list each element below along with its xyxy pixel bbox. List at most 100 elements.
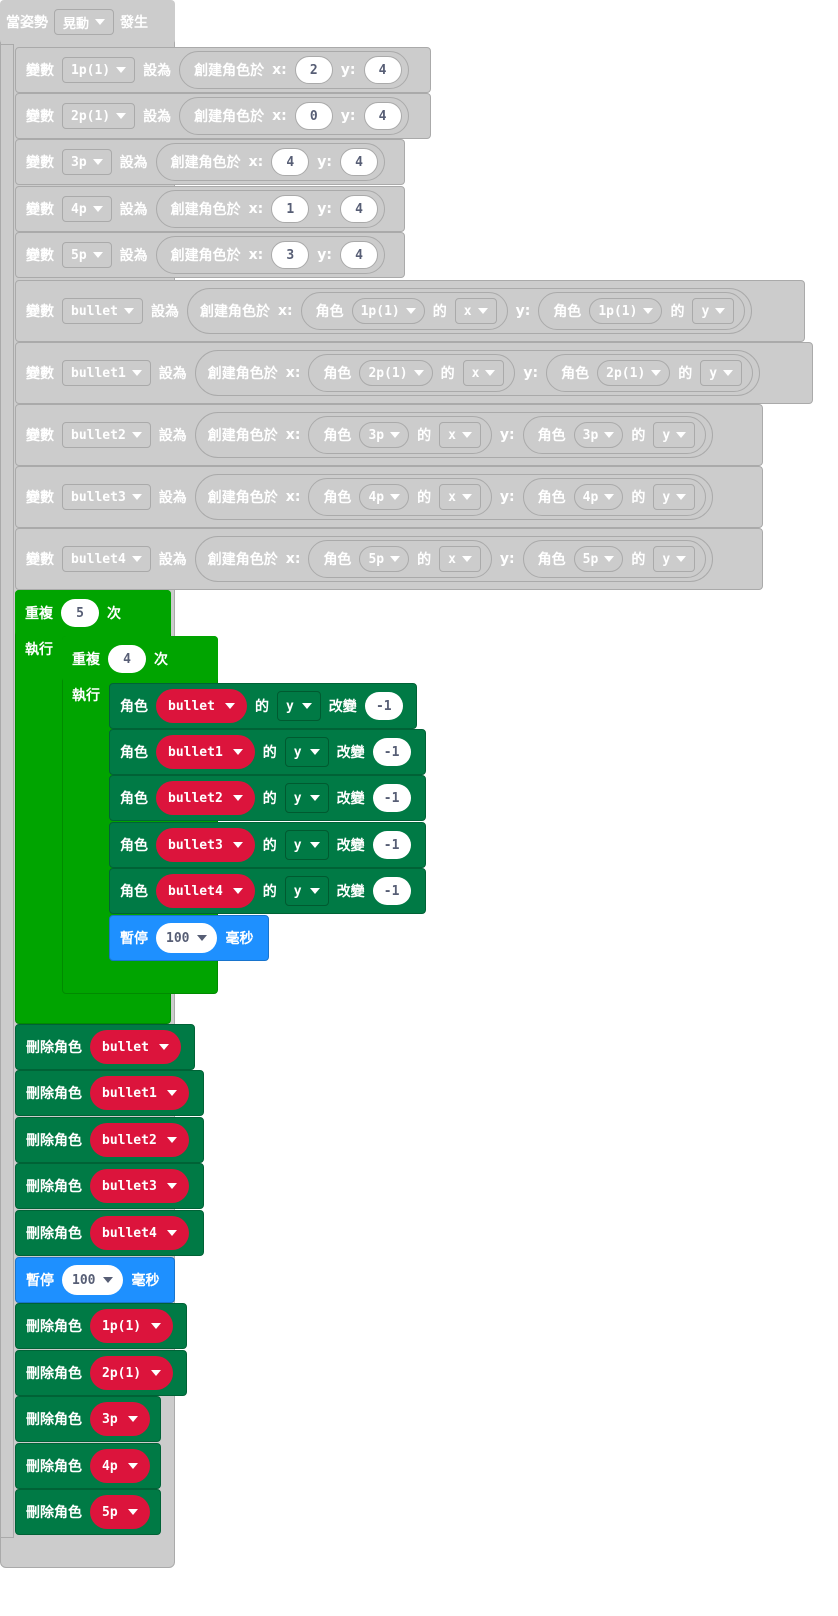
change-amount-input[interactable]: -1 [372,738,411,766]
sprite-y-reporter[interactable]: 角色 2p(1) 的 y [546,354,754,392]
prop-dropdown[interactable]: y [284,783,329,813]
change-amount-input[interactable]: -1 [364,692,403,720]
delete-bullet4-block[interactable]: 刪除角色 bullet4 [15,1210,204,1256]
delete-4p-block[interactable]: 刪除角色 4p [15,1443,161,1489]
sprite-dropdown[interactable]: 1p(1) [351,298,425,324]
set-var-block-2p[interactable]: 變數 2p(1) 設為 創建角色於 x: 0 y: 4 [15,93,431,139]
delete-5p-block[interactable]: 刪除角色 5p [15,1489,161,1535]
set-var-block-3p[interactable]: 變數 3p 設為 創建角色於 x: 4 y: 4 [15,139,405,185]
set-var-block-bullet1[interactable]: 變數 bullet1 設為 創建角色於 x: 角色 2p(1) 的 x y: 角… [15,342,813,404]
sprite-y-reporter[interactable]: 角色 5p 的 y [522,540,707,578]
change-bullet-y-block[interactable]: 角色 bullet 的 y 改變 -1 [109,683,417,729]
sprite-x-reporter[interactable]: 角色 4p 的 x [308,478,492,516]
sprite-dropdown[interactable]: 3p [573,422,624,448]
sprite-var-dropdown[interactable]: 4p [90,1449,150,1483]
create-sprite-reporter[interactable]: 創建角色於 x: 角色 3p 的 x y: 角色 3p 的 y [194,412,714,458]
pause-duration-dropdown[interactable]: 100 [62,1265,124,1295]
sprite-var-dropdown[interactable]: bullet2 [90,1123,189,1157]
create-sprite-reporter[interactable]: 創建角色於 x: 角色 5p 的 x y: 角色 5p 的 y [194,536,714,582]
create-sprite-reporter[interactable]: 創建角色於 x: 角色 2p(1) 的 x y: 角色 2p(1) 的 y [194,350,761,396]
var-dropdown[interactable]: 3p [62,149,112,175]
sprite-var-dropdown[interactable]: bullet [156,689,247,723]
prop-dropdown[interactable]: x [454,298,497,324]
prop-dropdown[interactable]: x [439,484,481,510]
change-amount-input[interactable]: -1 [372,877,411,905]
prop-dropdown[interactable]: y [692,298,735,324]
prop-dropdown[interactable]: y [653,484,696,510]
change-bullet3-y-block[interactable]: 角色 bullet3 的 y 改變 -1 [109,822,426,868]
create-sprite-reporter[interactable]: 創建角色於 x: 2 y: 4 [179,51,409,89]
set-var-block-1p[interactable]: 變數 1p(1) 設為 創建角色於 x: 2 y: 4 [15,47,431,93]
delete-bullet1-block[interactable]: 刪除角色 bullet1 [15,1070,204,1116]
var-dropdown[interactable]: 4p [62,196,112,222]
sprite-y-reporter[interactable]: 角色 3p 的 y [522,416,707,454]
sprite-dropdown[interactable]: 1p(1) [589,298,663,324]
prop-dropdown[interactable]: x [439,546,481,572]
pause-outer-block[interactable]: 暫停 100 毫秒 [15,1257,175,1303]
prop-dropdown[interactable]: x [462,360,505,386]
create-sprite-reporter[interactable]: 創建角色於 x: 角色 4p 的 x y: 角色 4p 的 y [194,474,714,520]
var-dropdown[interactable]: bullet4 [62,546,151,572]
sprite-x-reporter[interactable]: 角色 1p(1) 的 x [300,292,508,330]
y-input[interactable]: 4 [363,56,402,84]
prop-dropdown[interactable]: y [284,876,329,906]
set-var-block-5p[interactable]: 變數 5p 設為 創建角色於 x: 3 y: 4 [15,232,405,278]
delete-2p-block[interactable]: 刪除角色 2p(1) [15,1350,187,1396]
sprite-y-reporter[interactable]: 角色 1p(1) 的 y [538,292,746,330]
set-var-block-bullet4[interactable]: 變數 bullet4 設為 創建角色於 x: 角色 5p 的 x y: 角色 5… [15,528,763,590]
sprite-var-dropdown[interactable]: bullet [90,1030,181,1064]
sprite-y-reporter[interactable]: 角色 4p 的 y [522,478,707,516]
set-var-block-bullet3[interactable]: 變數 bullet3 設為 創建角色於 x: 角色 4p 的 x y: 角色 4… [15,466,763,528]
sprite-dropdown[interactable]: 5p [573,546,624,572]
sprite-var-dropdown[interactable]: 1p(1) [90,1309,174,1343]
sprite-x-reporter[interactable]: 角色 2p(1) 的 x [308,354,516,392]
sprite-dropdown[interactable]: 3p [359,422,410,448]
prop-dropdown[interactable]: x [439,422,481,448]
prop-dropdown[interactable]: y [653,422,696,448]
x-input[interactable]: 1 [271,195,310,223]
outer-repeat-count-input[interactable]: 5 [61,599,99,627]
inner-repeat-count-input[interactable]: 4 [108,645,146,673]
sprite-var-dropdown[interactable]: bullet3 [90,1169,189,1203]
sprite-x-reporter[interactable]: 角色 5p 的 x [308,540,492,578]
create-sprite-reporter[interactable]: 創建角色於 x: 3 y: 4 [155,236,386,274]
prop-dropdown[interactable]: y [284,737,329,767]
sprite-dropdown[interactable]: 2p(1) [597,360,671,386]
change-bullet1-y-block[interactable]: 角色 bullet1 的 y 改變 -1 [109,729,426,775]
sprite-var-dropdown[interactable]: 5p [90,1495,150,1529]
sprite-var-dropdown[interactable]: bullet3 [156,828,255,862]
y-input[interactable]: 4 [340,241,379,269]
delete-bullet3-block[interactable]: 刪除角色 bullet3 [15,1163,204,1209]
sprite-dropdown[interactable]: 4p [359,484,410,510]
change-amount-input[interactable]: -1 [372,831,411,859]
sprite-dropdown[interactable]: 2p(1) [359,360,433,386]
sprite-dropdown[interactable]: 5p [359,546,410,572]
x-input[interactable]: 3 [271,241,310,269]
sprite-var-dropdown[interactable]: 2p(1) [90,1356,174,1390]
delete-bullet-block[interactable]: 刪除角色 bullet [15,1024,195,1070]
sprite-var-dropdown[interactable]: 3p [90,1402,150,1436]
var-dropdown[interactable]: 1p(1) [62,57,136,83]
sprite-x-reporter[interactable]: 角色 3p 的 x [308,416,492,454]
prop-dropdown[interactable]: y [700,360,743,386]
on-gesture-hat[interactable]: 當姿勢 晃動 發生 [0,0,175,44]
y-input[interactable]: 4 [340,148,379,176]
set-var-block-bullet2[interactable]: 變數 bullet2 設為 創建角色於 x: 角色 3p 的 x y: 角色 3… [15,404,763,466]
create-sprite-reporter[interactable]: 創建角色於 x: 4 y: 4 [155,143,386,181]
var-dropdown[interactable]: bullet [62,298,143,324]
x-input[interactable]: 4 [271,148,310,176]
change-amount-input[interactable]: -1 [372,784,411,812]
prop-dropdown[interactable]: y [276,691,321,721]
prop-dropdown[interactable]: y [653,546,696,572]
change-bullet4-y-block[interactable]: 角色 bullet4 的 y 改變 -1 [109,868,426,914]
sprite-var-dropdown[interactable]: bullet4 [156,874,255,908]
gesture-dropdown[interactable]: 晃動 [54,9,115,35]
x-input[interactable]: 2 [294,56,333,84]
var-dropdown[interactable]: 2p(1) [62,103,136,129]
sprite-dropdown[interactable]: 4p [573,484,624,510]
pause-duration-dropdown[interactable]: 100 [156,923,218,953]
sprite-var-dropdown[interactable]: bullet1 [90,1076,189,1110]
sprite-var-dropdown[interactable]: bullet1 [156,735,255,769]
change-bullet2-y-block[interactable]: 角色 bullet2 的 y 改變 -1 [109,775,426,821]
delete-bullet2-block[interactable]: 刪除角色 bullet2 [15,1117,204,1163]
